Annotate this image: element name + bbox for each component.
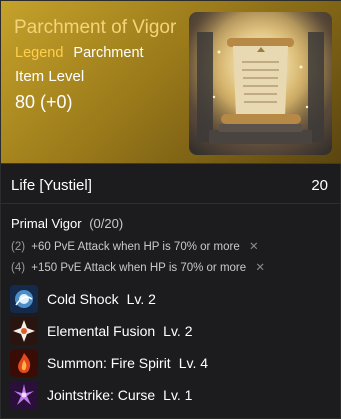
engraving-count: (0/20) [89,216,124,231]
skill-name: Jointstrike: Curse [47,387,156,403]
jointstrike-curse-icon [10,381,38,409]
skill-row: Elemental Fusion Lv. 2 [10,317,330,345]
inactive-x-icon: ✕ [255,262,265,274]
item-grade: Legend [15,45,64,61]
skill-label: Summon: Fire Spirit Lv. 4 [47,355,208,371]
skill-row: Summon: Fire Spirit Lv. 4 [10,349,330,377]
item-level-value: 80 (+0) [15,92,73,112]
effect-requirement: (4) [11,262,26,274]
item-level-label: Item Level [15,68,85,85]
skill-level: Lv. 2 [126,291,156,307]
skill-level: Lv. 1 [163,387,193,403]
skill-level: Lv. 4 [178,355,209,371]
skill-row: Cold Shock Lv. 2 [10,285,330,313]
skill-name: Elemental Fusion [47,323,156,339]
engraving-title: Primal Vigor (0/20) [11,216,123,231]
effect-requirement: (2) [11,241,26,253]
item-header: Parchment of Vigor Legend Parchment Item… [1,1,341,163]
skill-label: Cold Shock Lv. 2 [47,291,156,307]
inactive-x-icon: ✕ [248,241,259,253]
effect-text: +60 PvE Attack when HP is 70% or more [31,241,240,253]
engraving-effect: (2) +60 PvE Attack when HP is 70% or mor… [11,239,259,253]
skill-row: Jointstrike: Curse Lv. 1 [10,381,330,409]
cold-shock-icon [10,285,38,313]
engraving-effect: (4) +150 PvE Attack when HP is 70% or mo… [11,260,265,274]
grade-row: Legend Parchment [15,45,144,61]
skill-label: Jointstrike: Curse Lv. 1 [47,387,192,403]
item-title: Parchment of Vigor [14,17,177,38]
skill-name: Summon: Fire Spirit [47,355,171,371]
life-label: Life [Yustiel] [11,177,92,194]
parchment-scroll-icon [189,12,332,155]
elemental-fusion-icon [10,317,38,345]
skill-label: Elemental Fusion Lv. 2 [47,323,192,339]
item-type: Parchment [73,45,144,61]
skill-level: Lv. 2 [163,323,193,339]
item-tooltip: Parchment of Vigor Legend Parchment Item… [0,0,341,419]
engraving-name: Primal Vigor [11,216,82,231]
header-divider [1,163,341,164]
skill-name: Cold Shock [47,291,119,307]
section-divider [1,203,341,204]
life-value: 20 [311,177,328,194]
fire-spirit-icon [10,349,38,377]
effect-text: +150 PvE Attack when HP is 70% or more [31,262,247,274]
